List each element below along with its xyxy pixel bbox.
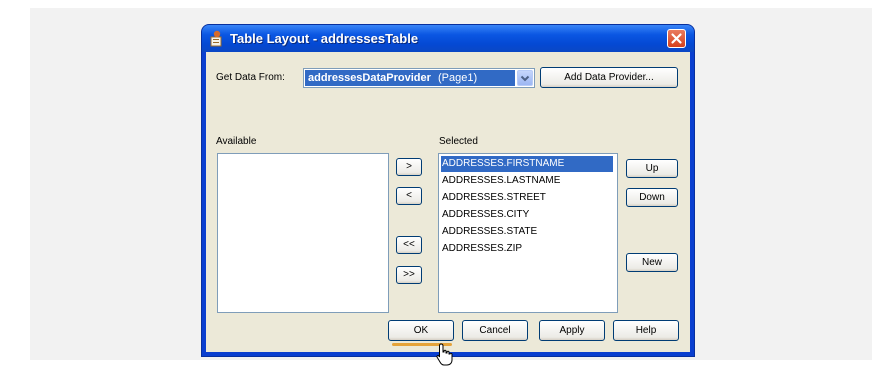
- list-item[interactable]: ADDRESSES.CITY: [441, 207, 613, 223]
- up-button-label: Up: [645, 163, 659, 174]
- mouse-cursor-icon: [436, 343, 453, 366]
- cancel-button[interactable]: Cancel: [462, 320, 528, 341]
- list-item[interactable]: ADDRESSES.STREET: [441, 190, 613, 206]
- list-item[interactable]: ADDRESSES.LASTNAME: [441, 173, 613, 189]
- list-item[interactable]: ADDRESSES.FIRSTNAME: [441, 156, 613, 172]
- remove-all-button[interactable]: <<: [396, 236, 422, 254]
- app-icon: [210, 30, 222, 47]
- add-button-label: >: [406, 161, 412, 172]
- help-button-label: Help: [635, 325, 657, 336]
- table-layout-dialog: Table Layout - addressesTable Get Data F…: [202, 25, 694, 366]
- down-button-label: Down: [639, 192, 665, 203]
- add-all-button[interactable]: >>: [396, 266, 422, 284]
- title-bar[interactable]: Table Layout - addressesTable: [202, 25, 694, 52]
- cancel-button-label: Cancel: [479, 325, 511, 336]
- new-button[interactable]: New: [626, 253, 678, 272]
- data-provider-name: addressesDataProvider: [308, 72, 431, 84]
- help-button[interactable]: Help: [613, 320, 679, 341]
- up-button[interactable]: Up: [626, 159, 678, 178]
- remove-button-label: <: [406, 190, 412, 201]
- selected-list[interactable]: ADDRESSES.FIRSTNAME ADDRESSES.LASTNAME A…: [438, 153, 618, 313]
- down-button[interactable]: Down: [626, 188, 678, 207]
- remove-all-button-label: <<: [403, 239, 415, 250]
- selected-label: Selected: [439, 136, 478, 147]
- window-title: Table Layout - addressesTable: [230, 31, 419, 46]
- available-label: Available: [216, 136, 257, 147]
- add-data-provider-button[interactable]: Add Data Provider...: [540, 67, 678, 88]
- ok-button[interactable]: OK: [388, 320, 454, 341]
- get-data-from-label: Get Data From:: [216, 72, 285, 83]
- add-data-provider-label: Add Data Provider...: [564, 72, 654, 83]
- ok-button-label: OK: [413, 325, 429, 336]
- data-provider-page: (Page1): [437, 72, 478, 84]
- close-icon: [671, 33, 682, 44]
- new-button-label: New: [641, 257, 662, 268]
- remove-button[interactable]: <: [396, 187, 422, 205]
- available-list[interactable]: [217, 153, 389, 313]
- close-button[interactable]: [667, 29, 686, 48]
- dialog-body: Get Data From: addressesDataProvider (Pa…: [206, 52, 690, 366]
- list-item[interactable]: ADDRESSES.STATE: [441, 224, 613, 240]
- add-button[interactable]: >: [396, 158, 422, 176]
- list-item[interactable]: ADDRESSES.ZIP: [441, 241, 613, 257]
- data-provider-combo[interactable]: addressesDataProvider (Page1): [303, 68, 535, 88]
- chevron-down-icon: [520, 75, 530, 82]
- data-provider-dropdown-button[interactable]: [517, 70, 533, 86]
- add-all-button-label: >>: [403, 269, 415, 280]
- apply-button-label: Apply: [559, 325, 585, 336]
- apply-button[interactable]: Apply: [539, 320, 605, 341]
- data-provider-value: addressesDataProvider (Page1): [305, 70, 515, 86]
